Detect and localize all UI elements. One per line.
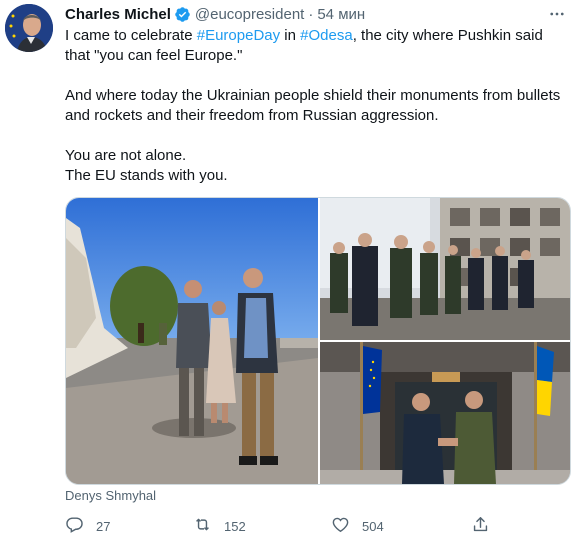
tweet[interactable]: Charles Michel @eucopresident · 54 мин I… bbox=[0, 0, 585, 544]
retweet-icon bbox=[193, 515, 224, 537]
author-name[interactable]: Charles Michel bbox=[65, 6, 171, 23]
retweet-button[interactable]: 152 bbox=[193, 514, 246, 538]
hashtag-odesa[interactable]: #Odesa bbox=[300, 27, 353, 44]
action-bar: 27 152 504 bbox=[65, 514, 505, 538]
photo-tag-caption[interactable]: Denys Shmyhal bbox=[65, 488, 156, 503]
media-grid bbox=[65, 197, 571, 485]
tweet-line-4: and rockets and their freedom from Russi… bbox=[65, 107, 439, 124]
separator-dot: · bbox=[308, 5, 314, 23]
verified-badge-icon bbox=[174, 6, 191, 23]
timestamp[interactable]: 54 мин bbox=[317, 6, 365, 23]
author-handle[interactable]: @eucopresident bbox=[195, 6, 304, 23]
more-dots-icon[interactable] bbox=[544, 2, 570, 26]
reply-icon bbox=[65, 515, 96, 537]
like-button[interactable]: 504 bbox=[331, 514, 384, 538]
tweet-line-3: And where today the Ukrainian people shi… bbox=[65, 87, 561, 104]
outdoor-meeting-photo[interactable] bbox=[66, 198, 318, 484]
share-button[interactable] bbox=[471, 514, 502, 538]
reply-button[interactable]: 27 bbox=[65, 514, 110, 538]
tweet-line-2: that "you can feel Europe." bbox=[65, 47, 243, 64]
share-icon bbox=[471, 515, 502, 537]
tweet-text: I came to celebrate #EuropeDay in #Odesa… bbox=[65, 26, 570, 186]
walking-delegation-photo[interactable] bbox=[320, 198, 570, 340]
tweet-line-6: The EU stands with you. bbox=[65, 167, 228, 184]
tweet-header: Charles Michel @eucopresident · 54 мин bbox=[65, 4, 365, 24]
handshake-flags-photo[interactable] bbox=[320, 342, 570, 484]
tweet-line-5: You are not alone. bbox=[65, 147, 187, 164]
like-count: 504 bbox=[362, 518, 384, 534]
reply-count: 27 bbox=[96, 518, 111, 534]
hashtag-europeday[interactable]: #EuropeDay bbox=[197, 27, 280, 44]
heart-icon bbox=[331, 515, 362, 537]
retweet-count: 152 bbox=[224, 518, 246, 534]
tweet-line-1: I came to celebrate #EuropeDay in #Odesa… bbox=[65, 27, 543, 44]
avatar[interactable] bbox=[5, 4, 53, 52]
